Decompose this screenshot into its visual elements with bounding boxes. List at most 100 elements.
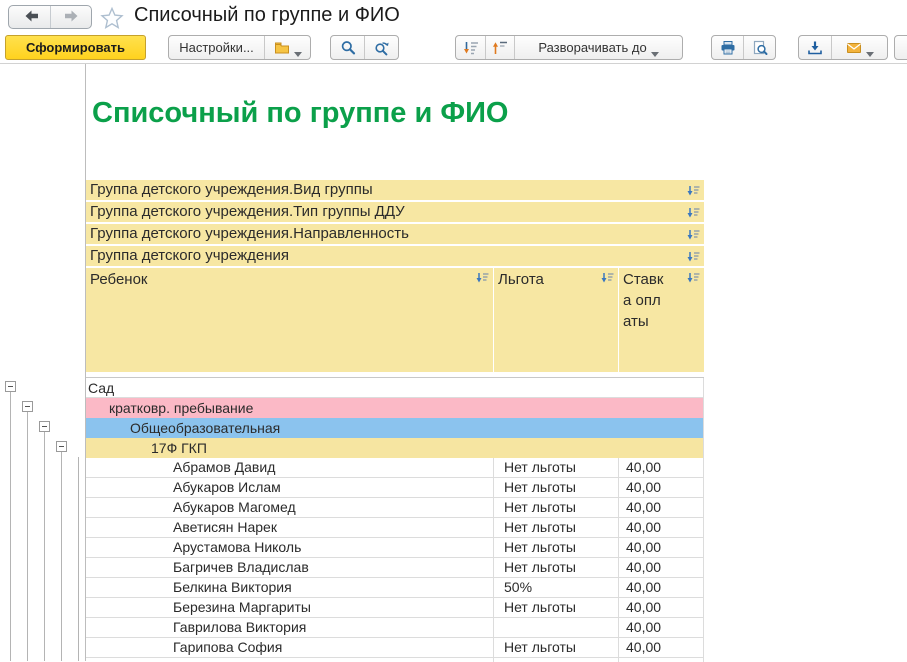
save-button[interactable]: [799, 36, 831, 59]
cancel-search-icon: [374, 40, 390, 56]
child-name-cell[interactable]: Абукаров Ислам: [86, 478, 494, 498]
forward-button[interactable]: [50, 6, 91, 28]
child-name-cell[interactable]: Березина Маргариты: [86, 598, 494, 618]
sort-icon[interactable]: [601, 271, 614, 283]
rate-cell[interactable]: 40,00: [619, 578, 704, 598]
group-row[interactable]: 17Ф ГКП: [86, 438, 704, 458]
child-name-cell[interactable]: Белкина Виктория: [86, 578, 494, 598]
rate-cell[interactable]: 40,00: [619, 598, 704, 618]
rate-cell[interactable]: 40,00: [619, 558, 704, 578]
search-group: [330, 35, 399, 60]
grouping-header-label: Группа детского учреждения: [90, 247, 289, 264]
grouping-header-row[interactable]: Группа детского учреждения.Тип группы ДД…: [86, 202, 704, 222]
report-title: Списочный по группе и ФИО: [92, 97, 509, 130]
benefit-cell[interactable]: Нет льготы: [494, 558, 619, 578]
rate-cell[interactable]: 40,00: [619, 458, 704, 478]
back-icon: [22, 9, 38, 25]
sort-icon[interactable]: [687, 227, 700, 239]
child-name-cell[interactable]: Гаврилова Виктория: [86, 618, 494, 638]
benefit-cell[interactable]: Нет льготы: [494, 638, 619, 658]
benefit-cell[interactable]: Нет льготы: [494, 498, 619, 518]
benefit-cell[interactable]: 50%: [494, 578, 619, 598]
expand-groups-button[interactable]: [456, 36, 485, 59]
export-group: [798, 35, 888, 60]
generate-button[interactable]: Сформировать: [5, 35, 146, 60]
settings-button[interactable]: Настройки...: [169, 36, 264, 59]
column-header-rate[interactable]: Ставка оплаты: [619, 268, 704, 372]
benefit-cell[interactable]: Нет льготы: [494, 598, 619, 618]
group-row[interactable]: кратковр. пребывание: [86, 398, 704, 418]
save-icon: [807, 40, 823, 56]
sort-icon[interactable]: [687, 249, 700, 261]
forward-icon: [63, 9, 79, 25]
tree-branch-line: [10, 392, 11, 661]
print-button[interactable]: [712, 36, 743, 59]
expand-groups-icon: [463, 40, 479, 56]
back-button[interactable]: [9, 6, 50, 28]
table-row: Абукаров МагомедНет льготы40,00: [86, 498, 704, 518]
dropdown-caret-icon: [651, 45, 659, 50]
grouping-header-row[interactable]: Группа детского учреждения: [86, 246, 704, 266]
column-header-benefit[interactable]: Льгота: [494, 268, 618, 372]
column-header-label: Ставка оплаты: [623, 269, 665, 332]
benefit-cell[interactable]: Нет льготы: [494, 518, 619, 538]
child-name-cell[interactable]: Арустамова Николь: [86, 538, 494, 558]
search-button[interactable]: [331, 36, 364, 59]
grouping-header-row[interactable]: Группа детского учреждения.Направленност…: [86, 224, 704, 244]
empty-cell: [494, 658, 619, 662]
more-actions-group[interactable]: [894, 35, 907, 60]
table-row: Аветисян НарекНет льготы40,00: [86, 518, 704, 538]
print-preview-icon: [752, 40, 768, 56]
print-preview-button[interactable]: [743, 36, 775, 59]
table-row: Абрамов ДавидНет льготы40,00: [86, 458, 704, 478]
column-header-child[interactable]: Ребенок: [86, 268, 493, 372]
benefit-cell[interactable]: Нет льготы: [494, 538, 619, 558]
grouping-headers: Группа детского учреждения.Вид группы Гру…: [86, 180, 704, 268]
tree-collapse-icon[interactable]: [5, 381, 16, 392]
expand-to-label: Разворачивать до: [538, 40, 646, 55]
child-name-cell[interactable]: Аветисян Нарек: [86, 518, 494, 538]
table-row: Багричев ВладиславНет льготы40,00: [86, 558, 704, 578]
email-icon: [846, 40, 862, 56]
table-row: Абукаров ИсламНет льготы40,00: [86, 478, 704, 498]
rate-cell[interactable]: 40,00: [619, 538, 704, 558]
child-name-cell[interactable]: Багричев Владислав: [86, 558, 494, 578]
rate-cell[interactable]: 40,00: [619, 478, 704, 498]
benefit-cell[interactable]: Нет льготы: [494, 458, 619, 478]
search-icon: [340, 40, 356, 56]
tree-collapse-icon[interactable]: [22, 401, 33, 412]
rate-cell[interactable]: 40,00: [619, 498, 704, 518]
table-row: Гарипова СофияНет льготы40,00: [86, 638, 704, 658]
group-row[interactable]: Сад: [86, 378, 704, 398]
favorite-star-icon[interactable]: [100, 6, 124, 30]
benefit-cell[interactable]: [494, 618, 619, 638]
tree-collapse-icon[interactable]: [56, 441, 67, 452]
child-name-cell[interactable]: Абукаров Магомед: [86, 498, 494, 518]
grouping-header-label: Группа детского учреждения.Вид группы: [90, 181, 373, 198]
tree-collapse-icon[interactable]: [39, 421, 50, 432]
grouping-header-row[interactable]: Группа детского учреждения.Вид группы: [86, 180, 704, 200]
dropdown-caret-icon: [866, 45, 874, 50]
report-variants-button[interactable]: [264, 36, 310, 59]
grouping-header-label: Группа детского учреждения.Направленност…: [90, 225, 409, 242]
table-row: Арустамова НикольНет льготы40,00: [86, 538, 704, 558]
empty-cell: [619, 658, 704, 662]
group-row[interactable]: Общеобразовательная: [86, 418, 704, 438]
sort-icon[interactable]: [687, 183, 700, 195]
sort-icon[interactable]: [687, 205, 700, 217]
rate-cell[interactable]: 40,00: [619, 518, 704, 538]
child-name-cell[interactable]: Гарипова София: [86, 638, 494, 658]
report-grid: Садкратковр. пребываниеОбщеобразовательн…: [86, 377, 704, 662]
sort-icon[interactable]: [476, 271, 489, 283]
expand-to-button[interactable]: Разворачивать до: [514, 36, 682, 59]
collapse-groups-button[interactable]: [485, 36, 514, 59]
child-name-cell[interactable]: Абрамов Давид: [86, 458, 494, 478]
rate-cell[interactable]: 40,00: [619, 638, 704, 658]
send-email-button[interactable]: [831, 36, 887, 59]
benefit-cell[interactable]: Нет льготы: [494, 478, 619, 498]
table-row: Белкина Виктория50%40,00: [86, 578, 704, 598]
cancel-search-button[interactable]: [364, 36, 398, 59]
tree-branch-line: [27, 412, 28, 661]
rate-cell[interactable]: 40,00: [619, 618, 704, 638]
sort-icon[interactable]: [687, 271, 700, 283]
